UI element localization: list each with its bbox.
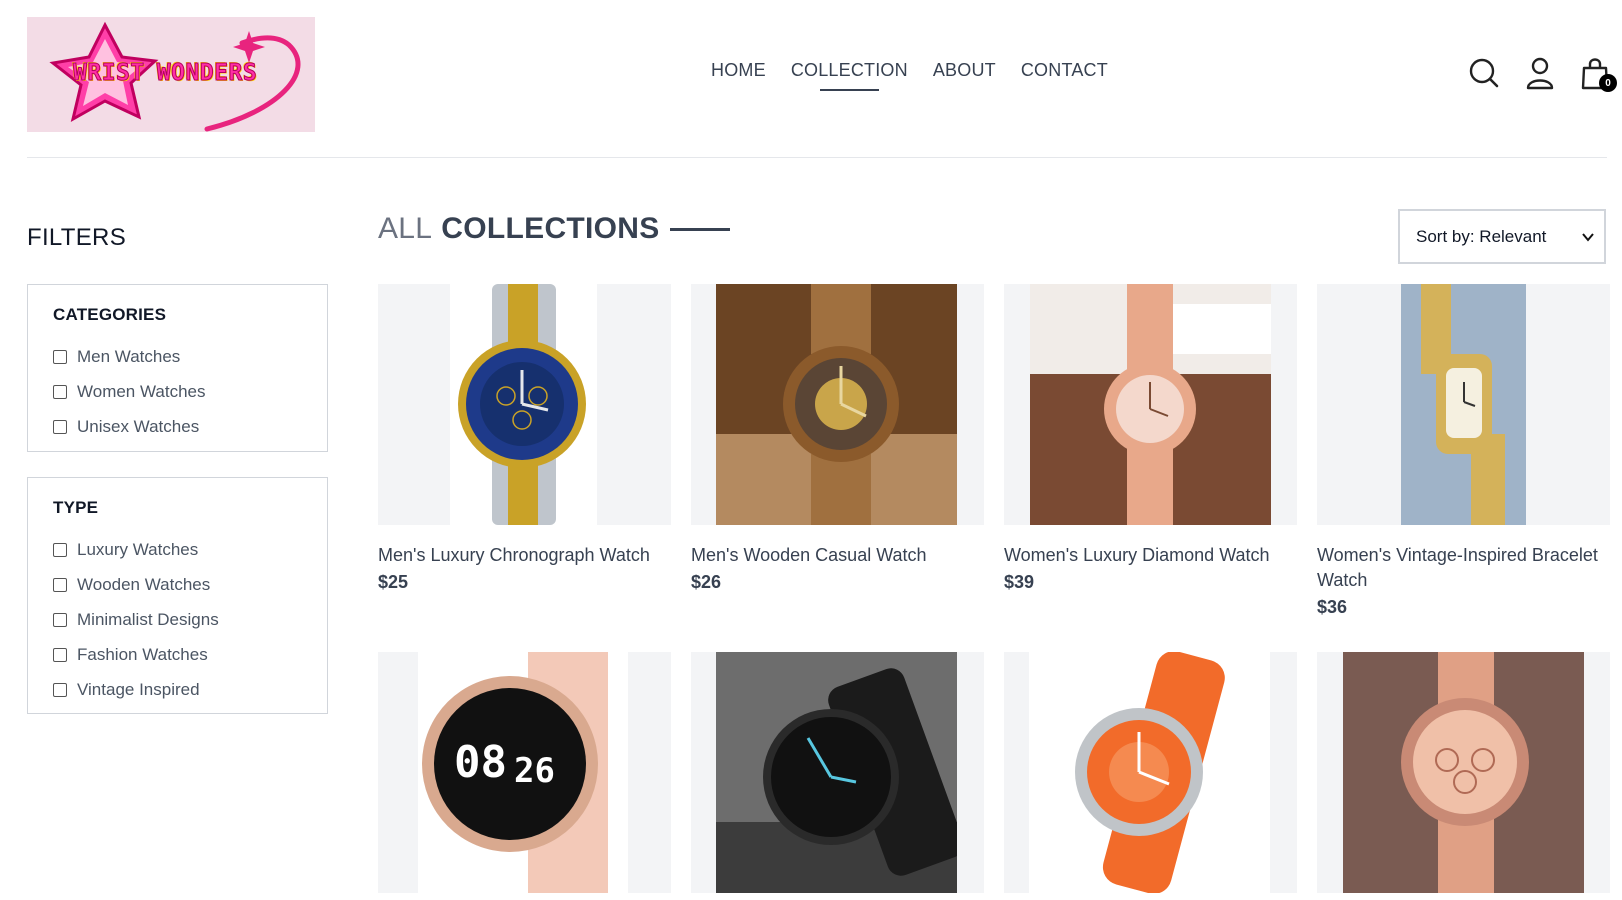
checkbox[interactable] bbox=[53, 349, 67, 364]
product-card[interactable]: Men's Wooden Casual Watch $26 bbox=[691, 284, 984, 593]
search-icon[interactable] bbox=[1468, 56, 1500, 90]
title-bold: COLLECTIONS bbox=[441, 212, 660, 245]
nav-home[interactable]: HOME bbox=[711, 60, 766, 81]
product-image[interactable] bbox=[691, 284, 984, 525]
filter-option-men[interactable]: Men Watches bbox=[53, 339, 302, 374]
user-icon[interactable] bbox=[1524, 56, 1556, 90]
main-nav: HOME COLLECTION ABOUT CONTACT bbox=[711, 60, 1108, 91]
watch-image-diamond bbox=[1030, 284, 1271, 525]
nav-about[interactable]: ABOUT bbox=[933, 60, 996, 81]
checkbox[interactable] bbox=[53, 682, 67, 697]
product-price: $25 bbox=[378, 572, 409, 592]
watch-image-minimalist bbox=[716, 652, 957, 893]
checkbox[interactable] bbox=[53, 542, 67, 557]
chevron-down-icon bbox=[1582, 233, 1594, 242]
filters-title[interactable]: FILTERS bbox=[27, 224, 126, 252]
nav-contact[interactable]: CONTACT bbox=[1021, 60, 1108, 81]
product-image[interactable] bbox=[1004, 652, 1297, 893]
watch-image-rose-gold bbox=[1343, 652, 1584, 893]
categories-filter: CATEGORIES Men Watches Women Watches Uni… bbox=[27, 284, 328, 452]
product-card[interactable] bbox=[691, 652, 984, 900]
filter-option-label: Women Watches bbox=[77, 381, 206, 401]
checkbox[interactable] bbox=[53, 384, 67, 399]
filter-option-luxury[interactable]: Luxury Watches bbox=[53, 532, 302, 567]
filter-option-label: Wooden Watches bbox=[77, 574, 211, 594]
product-image[interactable] bbox=[378, 284, 671, 525]
title-rule bbox=[669, 227, 730, 231]
product-card[interactable]: Women's Vintage-Inspired Bracelet Watch … bbox=[1317, 284, 1610, 618]
cart-count-badge: 0 bbox=[1599, 74, 1617, 92]
page-title: ALL COLLECTIONS bbox=[378, 212, 730, 246]
product-card[interactable]: Women's Luxury Diamond Watch $39 bbox=[1004, 284, 1297, 593]
product-image[interactable] bbox=[1317, 652, 1610, 893]
logo[interactable]: WRIST WONDERS bbox=[27, 17, 315, 132]
product-name[interactable]: Women's Vintage-Inspired Bracelet Watch bbox=[1317, 543, 1610, 593]
filter-option-label: Fashion Watches bbox=[77, 644, 208, 664]
type-heading: TYPE bbox=[53, 498, 99, 517]
product-card[interactable] bbox=[1317, 652, 1610, 900]
product-card[interactable]: Men's Luxury Chronograph Watch $25 bbox=[378, 284, 671, 593]
filter-option-vintage[interactable]: Vintage Inspired bbox=[53, 672, 302, 707]
product-image[interactable] bbox=[691, 652, 984, 893]
filter-option-label: Unisex Watches bbox=[77, 416, 200, 436]
checkbox[interactable] bbox=[53, 612, 67, 627]
svg-text:08: 08 bbox=[454, 737, 507, 788]
categories-heading: CATEGORIES bbox=[53, 305, 167, 324]
product-price: $36 bbox=[1317, 597, 1348, 617]
sort-selected-value: Sort by: Relevant bbox=[1416, 226, 1547, 246]
watch-image-fashion-orange bbox=[1029, 652, 1270, 893]
product-image[interactable]: 08 26 bbox=[378, 652, 671, 893]
checkbox[interactable] bbox=[53, 647, 67, 662]
product-name[interactable]: Men's Wooden Casual Watch bbox=[691, 543, 984, 568]
product-image[interactable] bbox=[1317, 284, 1610, 525]
header-divider bbox=[27, 157, 1607, 158]
filter-option-label: Vintage Inspired bbox=[77, 679, 200, 699]
filter-option-women[interactable]: Women Watches bbox=[53, 374, 302, 409]
svg-text:26: 26 bbox=[514, 751, 555, 791]
product-card[interactable]: 08 26 bbox=[378, 652, 671, 900]
watch-image-vintage bbox=[1401, 284, 1526, 525]
watch-image-smartwatch: 08 26 bbox=[418, 652, 628, 893]
product-name[interactable]: Women's Luxury Diamond Watch bbox=[1004, 543, 1297, 568]
watch-image-chronograph bbox=[450, 284, 597, 525]
checkbox[interactable] bbox=[53, 419, 67, 434]
filter-option-label: Men Watches bbox=[77, 346, 181, 366]
watch-image-wooden bbox=[716, 284, 957, 525]
nav-collection[interactable]: COLLECTION bbox=[791, 60, 908, 91]
filter-option-minimalist[interactable]: Minimalist Designs bbox=[53, 602, 302, 637]
product-name[interactable]: Men's Luxury Chronograph Watch bbox=[378, 543, 671, 568]
product-price: $26 bbox=[691, 572, 722, 592]
sort-select[interactable]: Sort by: Relevant bbox=[1398, 209, 1606, 264]
checkbox[interactable] bbox=[53, 577, 67, 592]
product-card[interactable] bbox=[1004, 652, 1297, 900]
product-image[interactable] bbox=[1004, 284, 1297, 525]
title-light: ALL bbox=[378, 212, 433, 245]
product-price: $39 bbox=[1004, 572, 1035, 592]
logo-text: WRIST WONDERS bbox=[73, 60, 258, 87]
header-actions: 0 bbox=[1468, 56, 1617, 92]
shopping-bag-icon[interactable]: 0 bbox=[1580, 56, 1617, 92]
filter-option-label: Minimalist Designs bbox=[77, 609, 219, 629]
filter-option-label: Luxury Watches bbox=[77, 539, 199, 559]
filter-option-fashion[interactable]: Fashion Watches bbox=[53, 637, 302, 672]
filter-option-wooden[interactable]: Wooden Watches bbox=[53, 567, 302, 602]
type-filter: TYPE Luxury Watches Wooden Watches Minim… bbox=[27, 477, 328, 714]
filter-option-unisex[interactable]: Unisex Watches bbox=[53, 409, 302, 444]
